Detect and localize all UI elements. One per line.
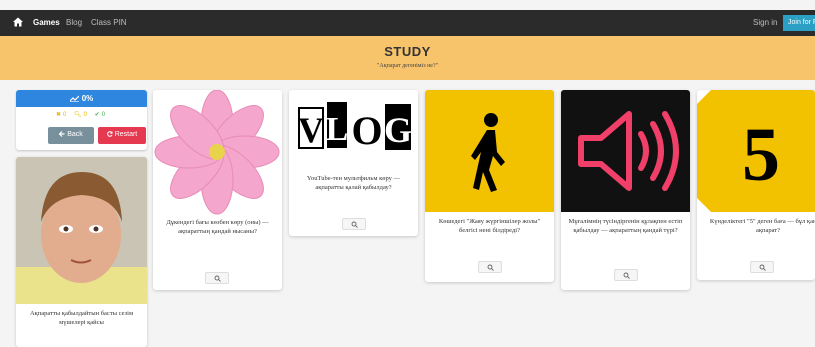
svg-text:O: O [351,108,382,153]
pink-flower-image [153,90,282,215]
nav-blog[interactable]: Blog [66,18,82,27]
restart-button[interactable]: Restart [98,127,146,144]
signin-link[interactable]: Sign in [753,18,777,27]
question-card[interactable]: 5 Күнделіктегі "5" деген баға — бұл қанд… [697,90,815,280]
zoom-button[interactable] [342,218,366,230]
progress-bar: 0% [16,90,147,107]
search-icon [487,264,494,271]
home-icon[interactable] [12,16,24,28]
top-navbar: Games Blog Class PIN Sign in Join for Fr [0,10,815,36]
svg-text:5: 5 [742,113,780,197]
number-five-image: 5 [697,90,815,212]
progress-value: 0% [81,94,94,103]
chart-line-icon [69,95,80,102]
zoom-button[interactable] [478,261,502,273]
page-title: STUDY [384,44,431,59]
join-button[interactable]: Join for Fr [783,15,815,31]
child-face-photo [16,157,147,304]
svg-text:V: V [298,110,324,150]
question-text: Мұғалімнің түсіндіргенін құлақпен естіп … [568,218,683,234]
zoom-button[interactable] [205,272,229,284]
vlog-image: V L O G [289,90,418,168]
page-subtitle: "Ақпарат дегеніміз не?" [376,63,439,69]
search-icon [351,221,358,228]
question-text: Ақпаратты қабылдайтын басты сезім мүшеле… [29,310,134,326]
question-text: YouTube-тен мультфильм көру — ақпаратты … [306,175,401,191]
question-text: Күнделіктегі "5" деген баға — бұл қандай… [709,218,815,234]
question-card[interactable]: Көшедегі "Жаяу жүргіншілер жолы" белгісі… [425,90,554,282]
title-banner: STUDY "Ақпарат дегеніміз не?" [0,36,815,80]
question-card[interactable]: Ақпаратты қабылдайтын басты сезім мүшеле… [16,157,147,347]
score-stats: ✖ 0 🔍︎ 0 ✔ 0 [16,111,147,118]
question-card[interactable]: V L O G YouTube-тен мультфильм көру — ақ… [289,90,418,236]
back-button[interactable]: Back [48,127,94,144]
game-control-panel: 0% ✖ 0 🔍︎ 0 ✔ 0 Back Restart [16,90,147,150]
correct-count: ✔ 0 [94,112,106,118]
svg-text:L: L [326,111,349,148]
search-icon [214,275,221,282]
refresh-icon [106,131,113,137]
question-card[interactable]: Мұғалімнің түсіндіргенін құлақпен естіп … [561,90,690,290]
arrow-left-icon [58,131,65,137]
walking-person-sign [425,90,554,212]
wrong-count: ✖ 0 [55,112,67,118]
question-text: Дұкендегі бағы көзбен көру (оны) — ақпар… [166,219,269,235]
nav-games[interactable]: Games [33,18,60,27]
search-icon [623,272,630,279]
speaker-image [561,90,690,212]
search-icon [759,264,766,271]
question-text: Көшедегі "Жаяу жүргіншілер жолы" белгісі… [438,218,541,234]
nav-class-pin[interactable]: Class PIN [91,18,127,27]
hint-count: 🔍︎ 0 [74,112,87,118]
zoom-button[interactable] [750,261,774,273]
svg-text:G: G [384,110,412,150]
zoom-button[interactable] [614,269,638,281]
question-card[interactable]: Дұкендегі бағы көзбен көру (оны) — ақпар… [153,90,282,290]
